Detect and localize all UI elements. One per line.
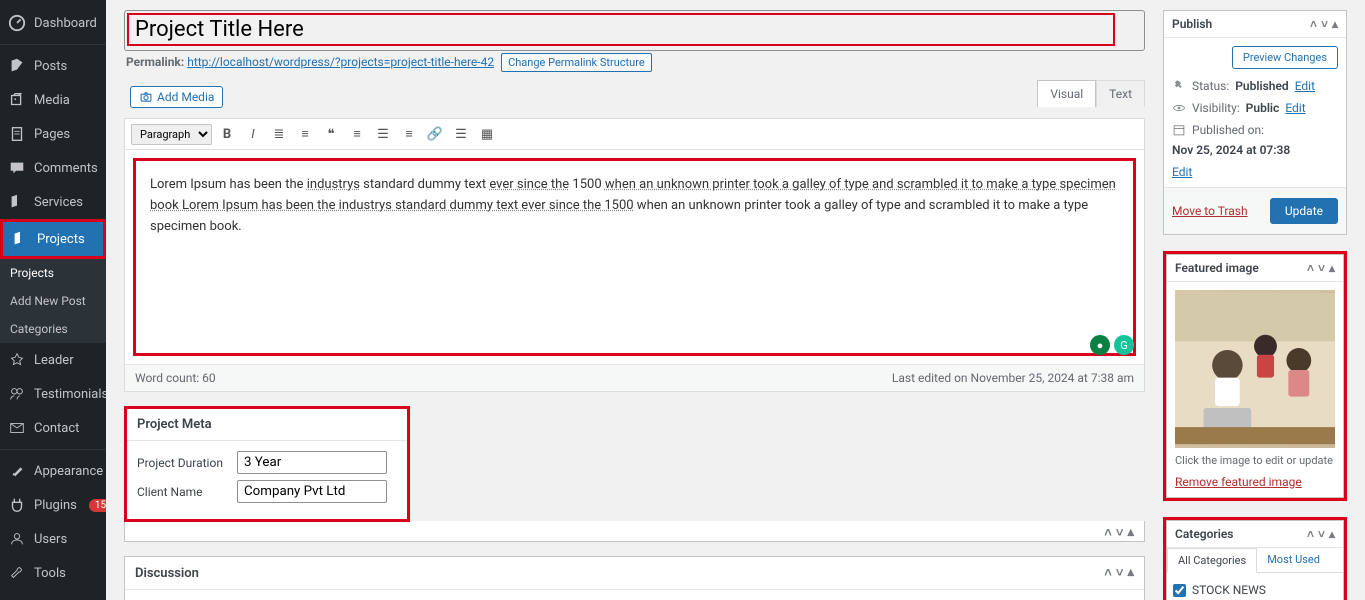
menu-comments[interactable]: Comments: [0, 151, 106, 185]
add-media-button[interactable]: Add Media: [130, 86, 223, 108]
editor-statusbar: ● G Word count: 60 Last edited on Novemb…: [125, 364, 1144, 391]
italic-button[interactable]: I: [242, 123, 264, 145]
submenu-categories[interactable]: Categories: [0, 315, 106, 343]
change-permalink-button[interactable]: Change Permalink Structure: [501, 53, 652, 72]
preview-button[interactable]: Preview Changes: [1232, 46, 1338, 69]
panel-up-icon[interactable]: ˄: [1310, 17, 1317, 31]
panel-up-icon[interactable]: ˄: [1307, 527, 1314, 541]
menu-testimonials[interactable]: Testimonials: [0, 377, 106, 411]
menu-plugins[interactable]: Plugins15: [0, 488, 106, 522]
editor-toolbar: Paragraph B I ≣ ≡ ❝ ≡ ☰ ≡ 🔗 ☰ ▦: [125, 119, 1144, 150]
pin-icon: [1172, 79, 1186, 93]
grammarly-icon[interactable]: ●: [1090, 335, 1110, 355]
quote-button[interactable]: ❝: [320, 123, 342, 145]
panel-down-icon[interactable]: ˅: [1318, 527, 1325, 541]
panel-toggle-icon[interactable]: ▴: [1332, 17, 1338, 31]
remove-featured-link[interactable]: Remove featured image: [1175, 475, 1335, 489]
duration-label: Project Duration: [137, 456, 229, 470]
menu-services[interactable]: Services: [0, 185, 106, 219]
ul-button[interactable]: ≣: [268, 123, 290, 145]
align-right-button[interactable]: ≡: [398, 123, 420, 145]
tab-most-used[interactable]: Most Used: [1257, 548, 1330, 572]
last-edited: Last edited on November 25, 2024 at 7:38…: [892, 371, 1134, 385]
edit-date[interactable]: Edit: [1172, 165, 1192, 179]
category-list: STOCK NEWS ALL BUSINESS CONSULTANT FINAN…: [1167, 573, 1343, 600]
publish-panel: Publish˄˅▴ Preview Changes Status: Publi…: [1163, 10, 1347, 235]
featured-title: Featured image: [1175, 261, 1259, 275]
align-center-button[interactable]: ☰: [372, 123, 394, 145]
menu-users[interactable]: Users: [0, 522, 106, 556]
panel-up-icon[interactable]: ˄: [1104, 565, 1112, 581]
menu-leader[interactable]: Leader: [0, 343, 106, 377]
featured-image[interactable]: [1175, 290, 1335, 448]
post-title-input[interactable]: [131, 17, 1111, 42]
featured-caption: Click the image to edit or update: [1175, 454, 1335, 467]
menu-dashboard[interactable]: Dashboard: [0, 6, 106, 40]
menu-media[interactable]: Media: [0, 83, 106, 117]
permalink-url[interactable]: http://localhost/wordpress/?projects=pro…: [187, 55, 494, 69]
panel-down-icon[interactable]: ˅: [1116, 525, 1124, 541]
panel-down-icon[interactable]: ˅: [1318, 261, 1325, 275]
panel-up-icon[interactable]: ˄: [1307, 261, 1314, 275]
menu-contact[interactable]: Contact: [0, 411, 106, 445]
align-left-button[interactable]: ≡: [346, 123, 368, 145]
panel-down-icon[interactable]: ˅: [1116, 565, 1124, 581]
menu-appearance[interactable]: Appearance: [0, 454, 106, 488]
client-label: Client Name: [137, 485, 229, 499]
tab-all-categories[interactable]: All Categories: [1167, 548, 1257, 573]
bold-button[interactable]: B: [216, 123, 238, 145]
more-button[interactable]: ☰: [450, 123, 472, 145]
grammarly-icon-2[interactable]: G: [1114, 335, 1134, 355]
submenu-add-new[interactable]: Add New Post: [0, 287, 106, 315]
main-content: Permalink: http://localhost/wordpress/?p…: [106, 0, 1365, 600]
projects-submenu: Projects Add New Post Categories: [0, 259, 106, 343]
update-button[interactable]: Update: [1270, 198, 1338, 224]
menu-projects[interactable]: Projects: [3, 222, 103, 256]
client-input[interactable]: [237, 480, 387, 503]
menu-settings[interactable]: Settings: [0, 590, 106, 600]
plugins-badge: 15: [89, 499, 106, 512]
duration-input[interactable]: [237, 451, 387, 474]
menu-tools[interactable]: Tools: [0, 556, 106, 590]
calendar-icon: [1172, 123, 1186, 137]
ol-button[interactable]: ≡: [294, 123, 316, 145]
panel-title-discussion: Discussion: [135, 566, 199, 581]
admin-sidebar: Dashboard Posts Media Pages Comments Ser…: [0, 0, 106, 600]
panel-toggle-icon[interactable]: ▴: [1329, 261, 1335, 275]
cat-checkbox[interactable]: [1173, 584, 1186, 597]
permalink-row: Permalink: http://localhost/wordpress/?p…: [126, 53, 1145, 72]
tab-text[interactable]: Text: [1096, 80, 1145, 107]
link-button[interactable]: 🔗: [424, 123, 446, 145]
eye-icon: [1172, 101, 1186, 115]
menu-pages[interactable]: Pages: [0, 117, 106, 151]
menu-posts[interactable]: Posts: [0, 49, 106, 83]
edit-visibility[interactable]: Edit: [1285, 101, 1305, 115]
panel-toggle-icon[interactable]: ▴: [1127, 525, 1134, 541]
format-select[interactable]: Paragraph: [131, 124, 212, 145]
submenu-projects[interactable]: Projects: [0, 259, 106, 287]
editor-content[interactable]: Lorem Ipsum has been the industrys stand…: [142, 167, 1127, 347]
categories-title: Categories: [1175, 527, 1233, 541]
edit-status[interactable]: Edit: [1295, 79, 1315, 93]
panel-up-icon[interactable]: ˄: [1104, 525, 1112, 541]
tab-visual[interactable]: Visual: [1037, 80, 1096, 107]
camera-icon: [139, 90, 153, 104]
panel-title-meta: Project Meta: [137, 417, 212, 432]
panel-down-icon[interactable]: ˅: [1321, 17, 1328, 31]
move-to-trash[interactable]: Move to Trash: [1172, 204, 1248, 218]
toolbar-toggle-button[interactable]: ▦: [476, 123, 498, 145]
panel-toggle-icon[interactable]: ▴: [1127, 565, 1134, 581]
word-count: Word count: 60: [135, 371, 216, 385]
panel-toggle-icon[interactable]: ▴: [1329, 527, 1335, 541]
